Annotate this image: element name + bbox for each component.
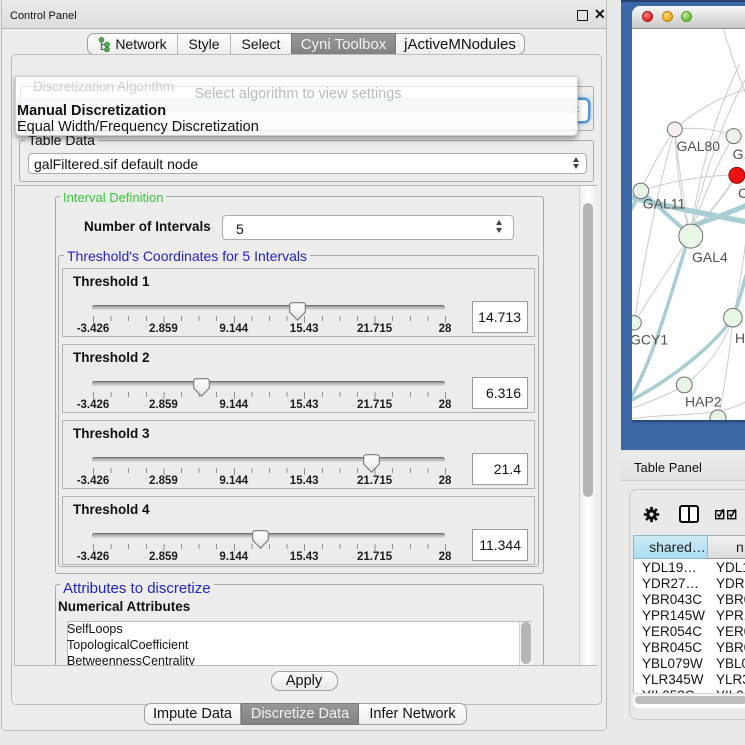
svg-text:C: C: [738, 185, 745, 201]
svg-text:GCY1: GCY1: [632, 332, 668, 348]
svg-text:GAL80: GAL80: [677, 138, 721, 154]
svg-text:HAP2: HAP2: [685, 394, 722, 410]
svg-text:G.: G.: [733, 146, 745, 162]
svg-text:GAL11: GAL11: [643, 196, 686, 212]
svg-text:H: H: [735, 330, 745, 346]
svg-text:GAL4: GAL4: [692, 249, 728, 265]
